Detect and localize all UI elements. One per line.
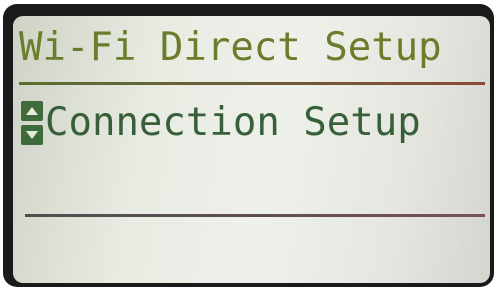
title-divider — [19, 82, 485, 85]
menu-item-connection-setup[interactable]: Connection Setup — [21, 96, 421, 150]
lcd-frame: Wi-Fi Direct Setup Connection Setup — [3, 4, 494, 287]
menu-item-label: Connection Setup — [45, 100, 421, 145]
screen-title: Wi-Fi Direct Setup — [19, 25, 442, 70]
device-bezel: Wi-Fi Direct Setup Connection Setup — [0, 0, 497, 291]
scroll-indicator[interactable] — [21, 101, 43, 145]
up-arrow-icon[interactable] — [21, 101, 43, 121]
down-arrow-icon[interactable] — [21, 125, 43, 145]
lcd-screen: Wi-Fi Direct Setup Connection Setup — [13, 16, 490, 283]
bottom-divider — [25, 214, 485, 217]
